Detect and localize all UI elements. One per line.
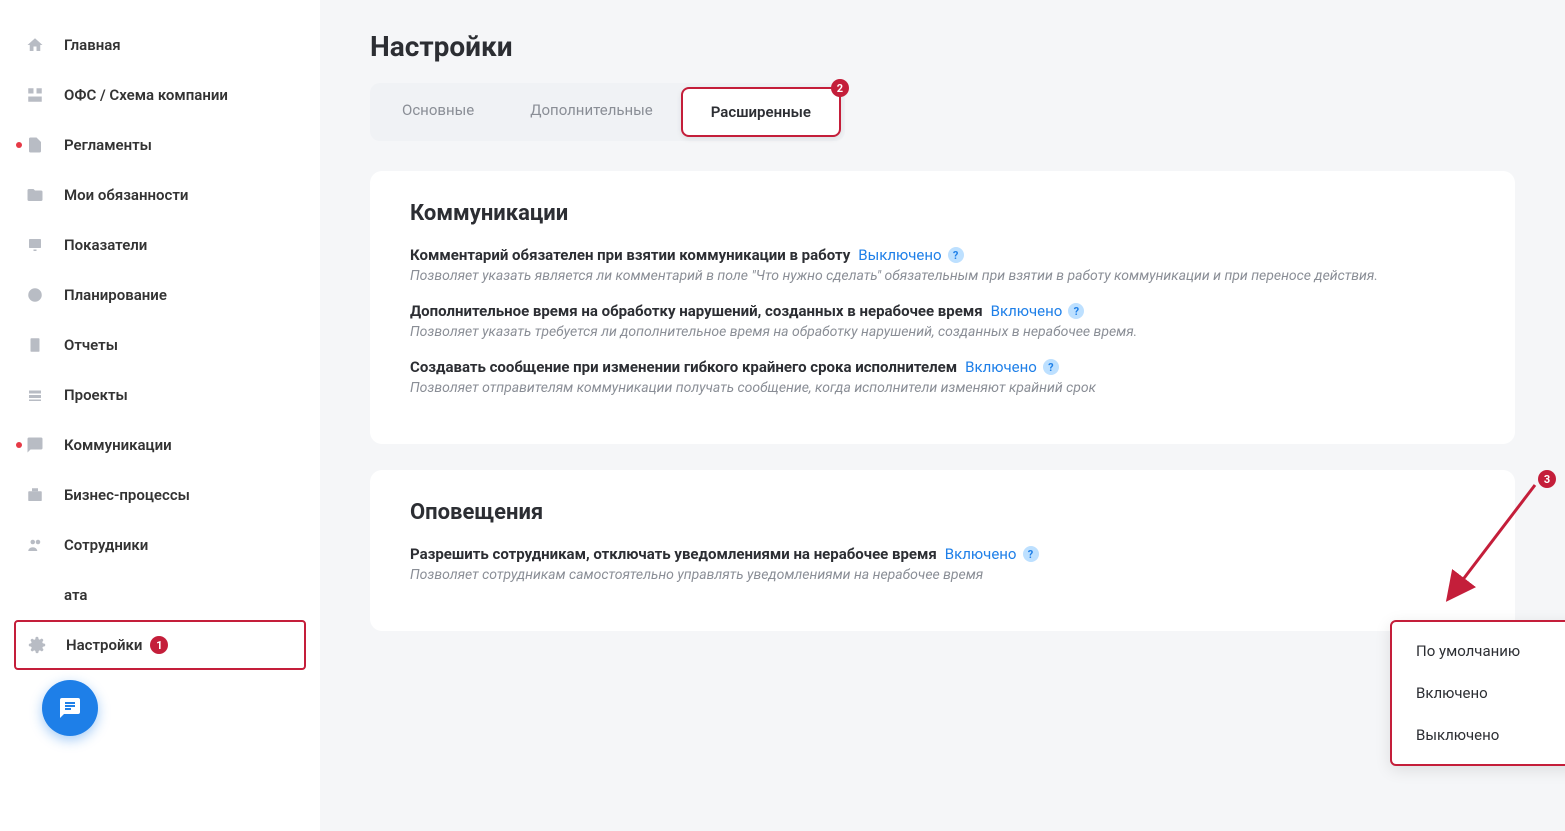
setting-label: Создавать сообщение при изменении гибког…: [410, 358, 957, 376]
sidebar-item-planning[interactable]: Планирование: [0, 270, 320, 320]
sidebar-item-label: ата: [64, 586, 87, 604]
sidebar-item-home[interactable]: Главная: [0, 20, 320, 70]
annotation-badge-2: 2: [831, 79, 849, 97]
setting-row: Разрешить сотрудникам, отключать уведомл…: [410, 545, 1475, 583]
sidebar-item-reports[interactable]: Отчеты: [0, 320, 320, 370]
stack-icon: [24, 384, 46, 406]
sidebar-item-employees[interactable]: Сотрудники: [0, 520, 320, 570]
tabs-container: Основные Дополнительные Расширенные 2: [370, 83, 845, 141]
chat-support-button[interactable]: [42, 680, 98, 736]
dropdown-item-enabled[interactable]: Включено: [1392, 672, 1565, 714]
notifications-card: Оповещения Разрешить сотрудникам, отключ…: [370, 470, 1515, 631]
tab-main[interactable]: Основные: [374, 87, 502, 137]
setting-description: Позволяет отправителям коммуникации полу…: [410, 380, 1475, 396]
tab-label: Расширенные: [711, 103, 811, 121]
sidebar-item-regulations[interactable]: Регламенты: [0, 120, 320, 170]
setting-label-row: Дополнительное время на обработку наруше…: [410, 302, 1475, 320]
sidebar: Главная ОФС / Схема компании Регламенты …: [0, 0, 320, 831]
setting-value-toggle[interactable]: Включено: [965, 358, 1037, 376]
org-icon: [24, 84, 46, 106]
page-title: Настройки: [370, 30, 1515, 63]
card-title: Коммуникации: [410, 201, 1475, 226]
annotation-badge-3: 3: [1538, 470, 1556, 488]
main-content: Настройки Основные Дополнительные Расшир…: [320, 0, 1565, 831]
sidebar-item-label: Показатели: [64, 236, 147, 254]
home-icon: [24, 34, 46, 56]
sidebar-item-label: ОФС / Схема компании: [64, 86, 228, 104]
setting-row: Создавать сообщение при изменении гибког…: [410, 358, 1475, 396]
sidebar-item-duties[interactable]: Мои обязанности: [0, 170, 320, 220]
setting-value-toggle[interactable]: Включено: [945, 545, 1017, 563]
users-icon: [24, 534, 46, 556]
notification-dot: [16, 142, 22, 148]
chart-icon: [24, 234, 46, 256]
help-icon[interactable]: ?: [1068, 303, 1084, 319]
folder-icon: [24, 184, 46, 206]
setting-row: Комментарий обязателен при взятии коммун…: [410, 246, 1475, 284]
clock-icon: [24, 284, 46, 306]
setting-description: Позволяет указать требуется ли дополните…: [410, 324, 1475, 340]
help-icon[interactable]: ?: [1023, 546, 1039, 562]
annotation-badge-1: 1: [150, 636, 168, 654]
sidebar-item-projects[interactable]: Проекты: [0, 370, 320, 420]
sidebar-item-label: Планирование: [64, 286, 167, 304]
sidebar-item-communications[interactable]: Коммуникации: [0, 420, 320, 470]
setting-label-row: Разрешить сотрудникам, отключать уведомл…: [410, 545, 1475, 563]
setting-label: Комментарий обязателен при взятии коммун…: [410, 246, 850, 264]
setting-value-toggle[interactable]: Выключено: [858, 246, 941, 264]
sidebar-item-label: Бизнес-процессы: [64, 486, 190, 504]
briefcase-icon: [24, 484, 46, 506]
sidebar-item-label: Сотрудники: [64, 536, 148, 554]
card-title: Оповещения: [410, 500, 1475, 525]
setting-label-row: Комментарий обязателен при взятии коммун…: [410, 246, 1475, 264]
setting-description: Позволяет указать является ли комментари…: [410, 268, 1475, 284]
communications-card: Коммуникации Комментарий обязателен при …: [370, 171, 1515, 444]
sidebar-item-label: Коммуникации: [64, 436, 172, 454]
setting-label: Дополнительное время на обработку наруше…: [410, 302, 983, 320]
tab-advanced[interactable]: Расширенные 2: [681, 87, 841, 137]
setting-value-toggle[interactable]: Включено: [991, 302, 1063, 320]
sidebar-item-indicators[interactable]: Показатели: [0, 220, 320, 270]
value-dropdown: По умолчанию Включено Выключено: [1390, 620, 1565, 766]
doc-icon: [24, 134, 46, 156]
setting-row: Дополнительное время на обработку наруше…: [410, 302, 1475, 340]
help-icon[interactable]: ?: [948, 247, 964, 263]
sidebar-item-label: Проекты: [64, 386, 128, 404]
blank-icon: [24, 584, 46, 606]
setting-description: Позволяет сотрудникам самостоятельно упр…: [410, 567, 1475, 583]
sidebar-item-label: Отчеты: [64, 336, 118, 354]
sidebar-item-partial[interactable]: ата: [0, 570, 320, 620]
sidebar-item-processes[interactable]: Бизнес-процессы: [0, 470, 320, 520]
sidebar-item-label: Регламенты: [64, 136, 152, 154]
chat-icon: [24, 434, 46, 456]
sidebar-item-label: Главная: [64, 36, 121, 54]
clipboard-icon: [24, 334, 46, 356]
sidebar-item-label: Мои обязанности: [64, 186, 188, 204]
sidebar-item-label: Настройки: [66, 636, 142, 654]
dropdown-item-disabled[interactable]: Выключено: [1392, 714, 1565, 756]
sidebar-item-settings[interactable]: Настройки 1: [14, 620, 306, 670]
setting-label: Разрешить сотрудникам, отключать уведомл…: [410, 545, 937, 563]
notification-dot: [16, 442, 22, 448]
gear-icon: [26, 634, 48, 656]
sidebar-item-org[interactable]: ОФС / Схема компании: [0, 70, 320, 120]
help-icon[interactable]: ?: [1043, 359, 1059, 375]
tab-additional[interactable]: Дополнительные: [502, 87, 681, 137]
setting-label-row: Создавать сообщение при изменении гибког…: [410, 358, 1475, 376]
dropdown-item-default[interactable]: По умолчанию: [1392, 630, 1565, 672]
